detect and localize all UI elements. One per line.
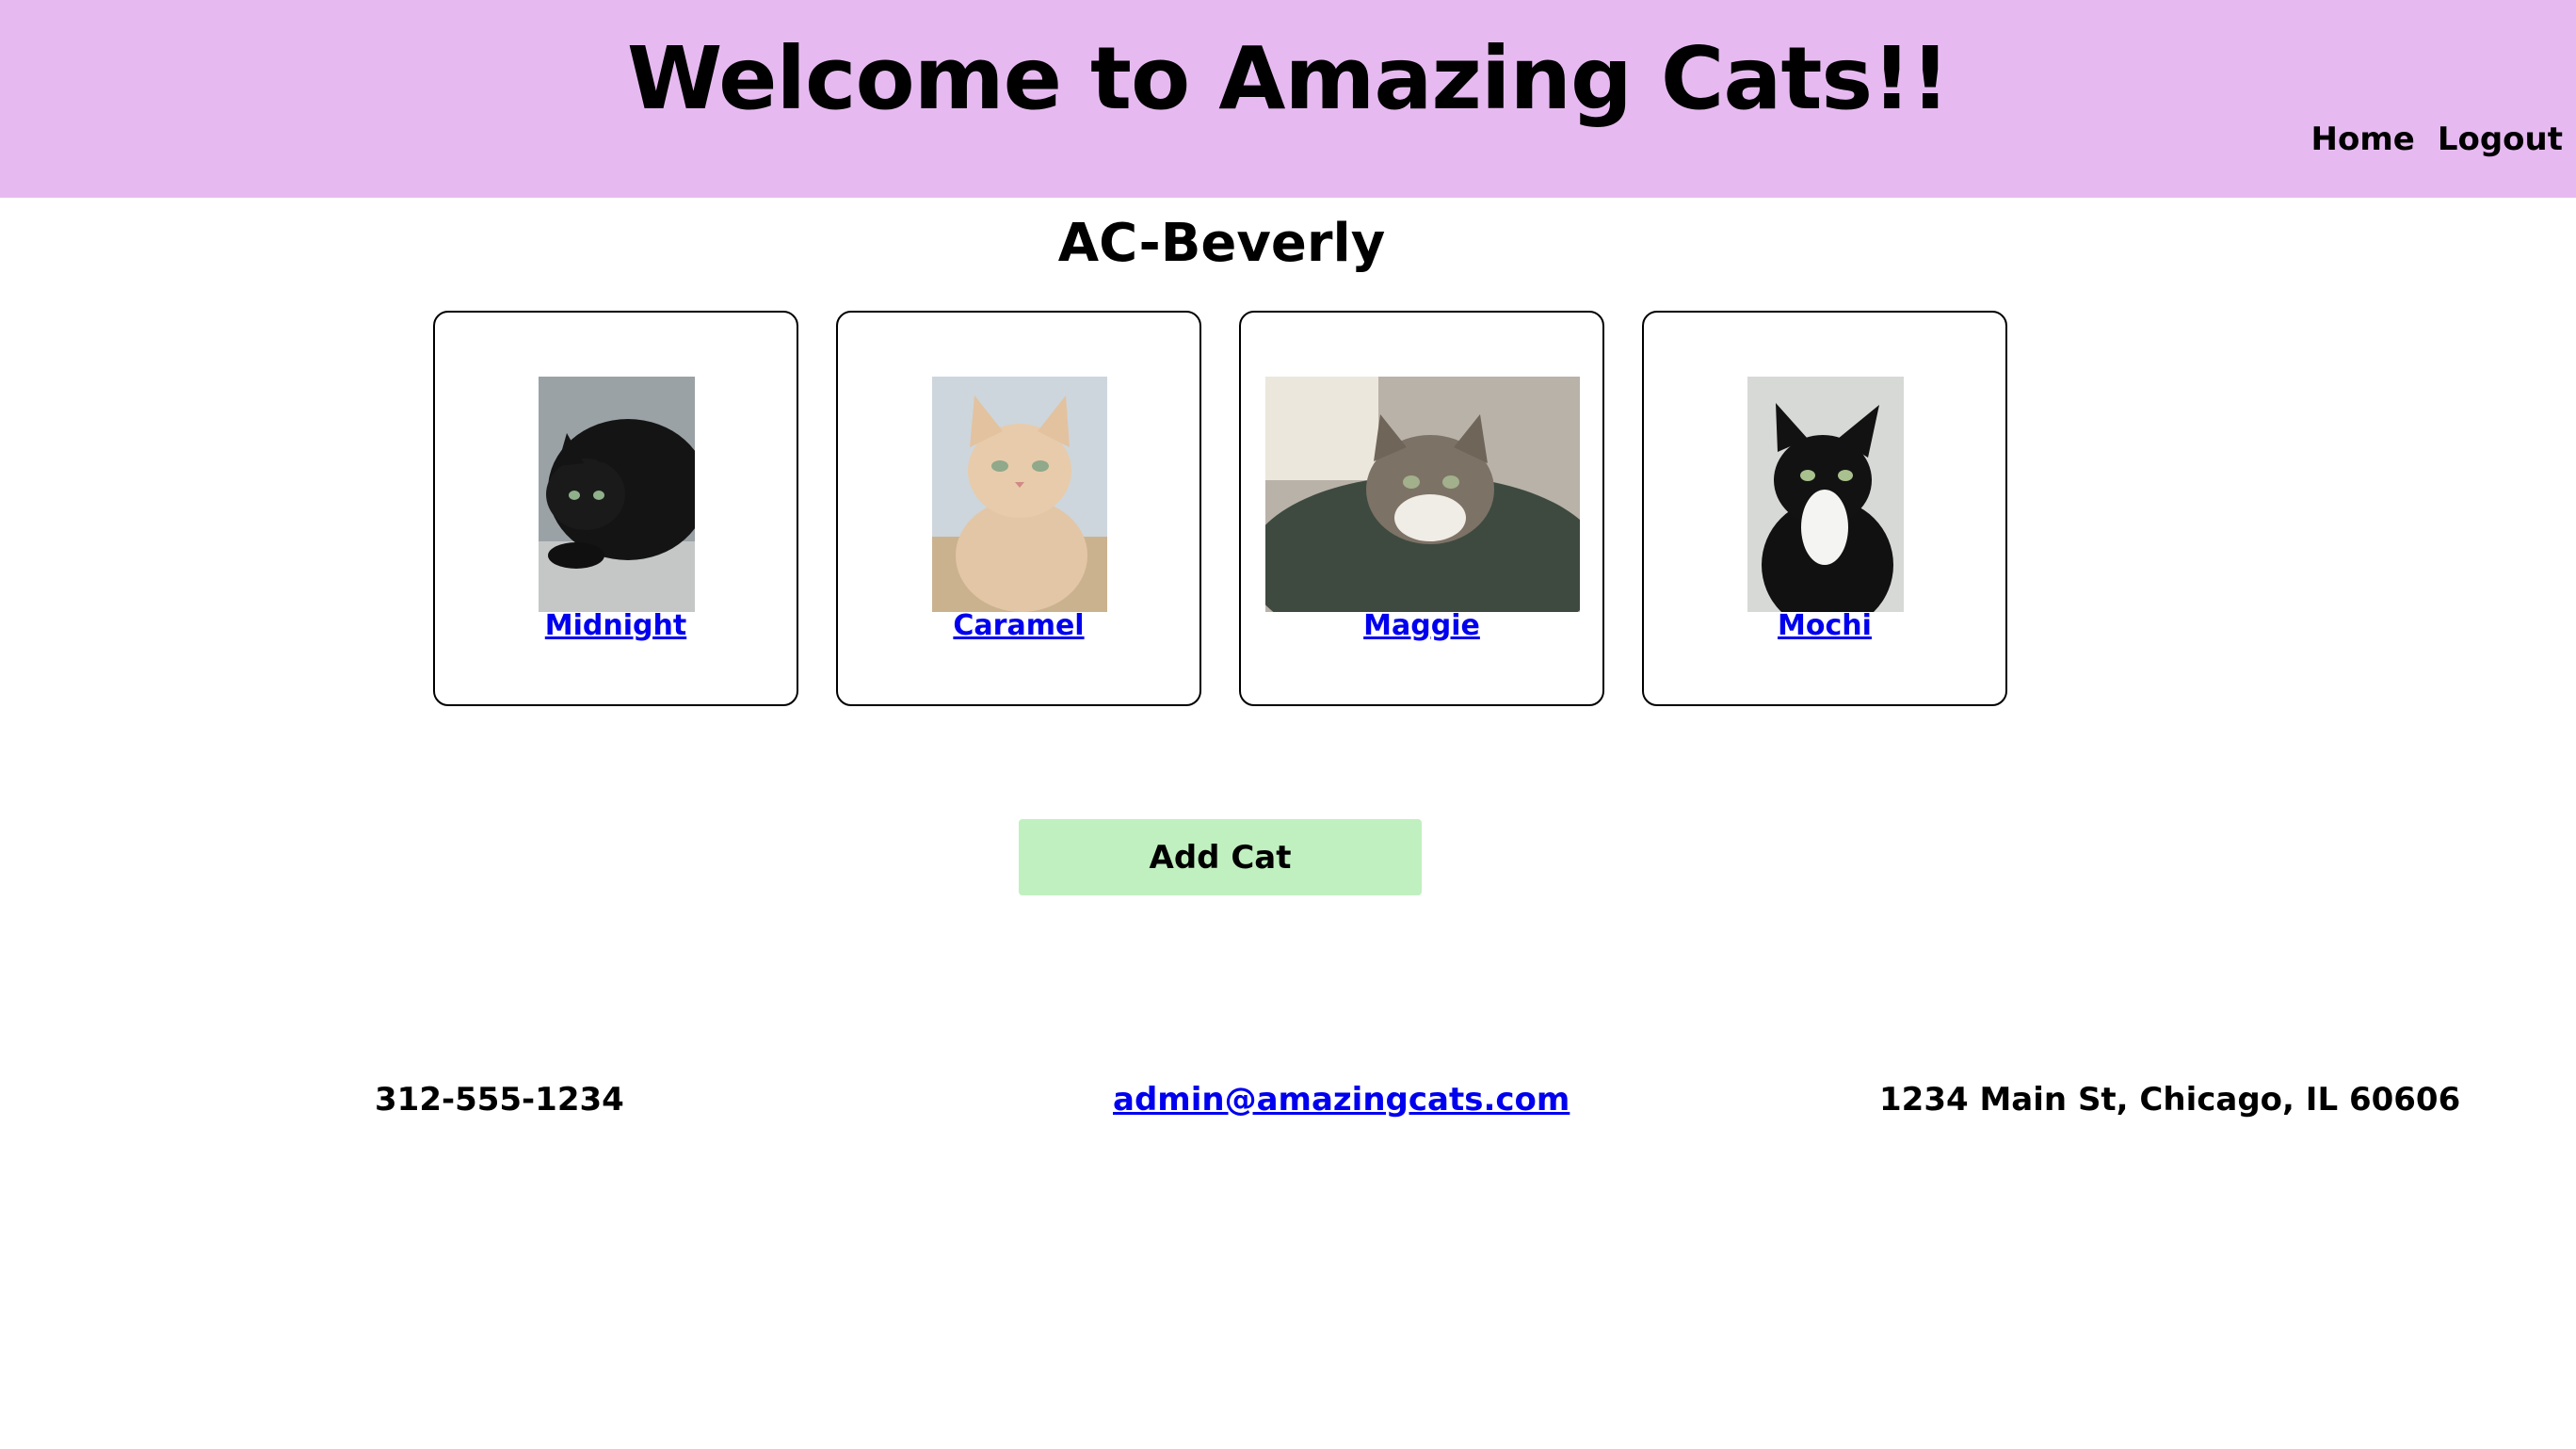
location-title: AC-Beverly [1057, 213, 1386, 274]
cat-link-mochi[interactable]: Mochi [1644, 609, 2005, 642]
footer-address: 1234 Main St, Chicago, IL 60606 [1879, 1081, 2461, 1119]
cat-photo-mochi[interactable] [1747, 377, 1904, 612]
cat-card-midnight: Midnight [433, 311, 798, 706]
footer-email-link[interactable]: admin@amazingcats.com [1113, 1081, 1570, 1119]
nav-logout-link[interactable]: Logout [2438, 121, 2563, 158]
cat-link-maggie[interactable]: Maggie [1241, 609, 1602, 642]
cat-link-caramel[interactable]: Caramel [838, 609, 1199, 642]
add-cat-button[interactable]: Add Cat [1019, 819, 1422, 895]
nav-home-link[interactable]: Home [2311, 121, 2415, 158]
cat-photo-caramel[interactable] [932, 377, 1107, 612]
footer-phone: 312-555-1234 [375, 1081, 624, 1119]
top-nav: Home Logout [2311, 121, 2564, 158]
cat-photo-midnight[interactable] [539, 377, 695, 612]
cat-card-maggie: Maggie [1239, 311, 1604, 706]
site-title: Welcome to Amazing Cats!! [626, 28, 1950, 129]
site-header: Welcome to Amazing Cats!! Home Logout [0, 0, 2576, 198]
cat-photo-maggie[interactable] [1265, 377, 1580, 612]
cat-link-midnight[interactable]: Midnight [435, 609, 797, 642]
cat-card-caramel: Caramel [836, 311, 1201, 706]
cat-card-mochi: Mochi [1642, 311, 2007, 706]
